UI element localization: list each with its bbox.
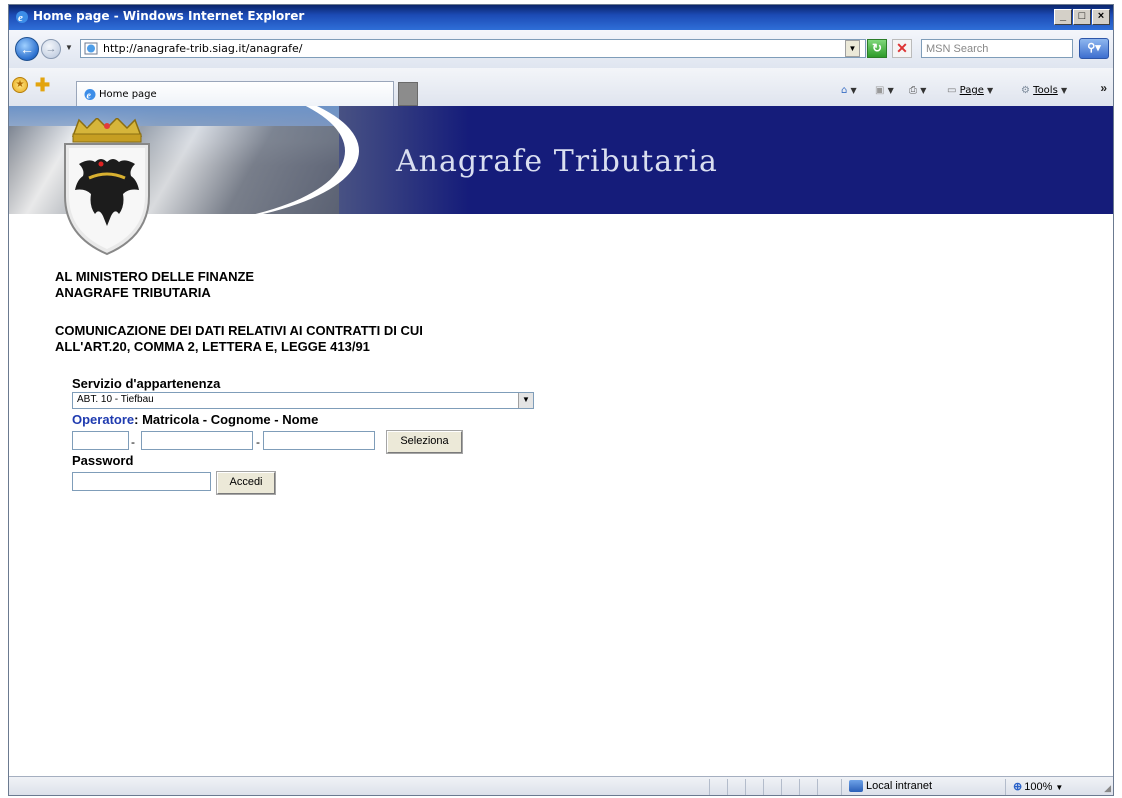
favorites-center-icon[interactable]: ★ bbox=[12, 77, 28, 93]
site-banner: Anagrafe Tributaria bbox=[9, 106, 1113, 226]
cognome-input[interactable] bbox=[141, 431, 253, 450]
operator-label-fields: : Matricola - Cognome - Nome bbox=[134, 412, 319, 427]
page-content: Anagrafe Tributaria AL MINISTERO DELLE F… bbox=[9, 106, 1113, 776]
title-bar[interactable]: e Home page - Windows Internet Explorer … bbox=[9, 5, 1113, 30]
coat-of-arms-logo bbox=[64, 118, 150, 256]
service-label: Servizio d'appartenenza bbox=[72, 376, 221, 391]
rss-icon: ▣ bbox=[875, 85, 885, 96]
svg-text:e: e bbox=[87, 91, 92, 102]
chevron-down-icon[interactable]: ▼ bbox=[518, 393, 533, 408]
separator-dash: - bbox=[131, 435, 135, 449]
chevron-more-icon[interactable]: » bbox=[1100, 81, 1107, 95]
print-button[interactable]: ⎙ ▼ bbox=[909, 85, 926, 96]
subject-text: COMUNICAZIONE DEI DATI RELATIVI AI CONTR… bbox=[55, 323, 423, 355]
stop-button[interactable]: ✕ bbox=[892, 39, 912, 58]
password-label: Password bbox=[72, 453, 134, 468]
service-select[interactable]: ABT. 10 - Tiefbau ▼ bbox=[72, 392, 534, 409]
browser-window: e Home page - Windows Internet Explorer … bbox=[8, 4, 1114, 796]
ie-logo-icon: e bbox=[16, 11, 28, 24]
zoom-level: 100% bbox=[1024, 781, 1053, 793]
subject-line-2: ALL'ART.20, COMMA 2, LETTERA E, LEGGE 41… bbox=[55, 339, 370, 354]
intranet-icon bbox=[849, 780, 863, 793]
printer-icon: ⎙ bbox=[909, 85, 917, 96]
banner-title: Anagrafe Tributaria bbox=[396, 144, 718, 179]
gear-icon: ⚙ bbox=[1021, 85, 1030, 96]
operator-label: Operatore: Matricola - Cognome - Nome bbox=[72, 412, 318, 427]
zoom-icon: ⊕ bbox=[1013, 781, 1023, 793]
address-field[interactable]: http://anagrafe-trib.siag.it/anagrafe/ bbox=[80, 39, 866, 58]
operator-label-accent: Operatore bbox=[72, 412, 135, 427]
tab-label: Home page bbox=[99, 89, 157, 100]
search-button[interactable]: ⚲▾ bbox=[1079, 38, 1109, 59]
address-toolbar: ← → ▼ http://anagrafe-trib.siag.it/anagr… bbox=[9, 30, 1113, 69]
history-dropdown-icon[interactable]: ▼ bbox=[65, 43, 73, 52]
window-title: Home page - Windows Internet Explorer bbox=[33, 9, 305, 23]
page-menu-icon: ▭ bbox=[947, 85, 957, 96]
service-selected-value: ABT. 10 - Tiefbau bbox=[77, 394, 154, 405]
back-button[interactable]: ← bbox=[15, 37, 39, 61]
minimize-button[interactable]: _ bbox=[1054, 9, 1072, 25]
page-menu-button[interactable]: ▭ Page ▼ bbox=[947, 85, 993, 96]
home-button[interactable]: ⌂ ▼ bbox=[841, 85, 857, 96]
page-menu-label: Page bbox=[959, 85, 984, 96]
tools-menu-label: Tools bbox=[1033, 85, 1058, 96]
separator-dash: - bbox=[256, 435, 260, 449]
select-operator-button[interactable]: Seleziona bbox=[386, 430, 463, 454]
page-icon bbox=[84, 42, 98, 55]
home-icon: ⌂ bbox=[841, 85, 848, 96]
nome-input[interactable] bbox=[263, 431, 375, 450]
add-favorite-icon[interactable]: ✚ bbox=[35, 76, 50, 94]
header-line-1: AL MINISTERO DELLE FINANZE bbox=[55, 269, 255, 284]
tab-bar: ★ ✚ e Home page ⌂ ▼ ▣ ▼ ⎙ ▼ ▭ Page ▼ ⚙ T… bbox=[9, 68, 1113, 107]
search-placeholder: MSN Search bbox=[926, 43, 989, 55]
status-bar: Local intranet ⊕ 100% ▼ ◢ bbox=[9, 776, 1113, 795]
header-line-2: ANAGRAFE TRIBUTARIA bbox=[55, 285, 211, 300]
password-field[interactable] bbox=[72, 472, 211, 491]
address-dropdown-button[interactable]: ▼ bbox=[845, 40, 860, 57]
search-icon: ⚲▾ bbox=[1087, 42, 1101, 54]
zone-label: Local intranet bbox=[866, 780, 933, 792]
tools-menu-button[interactable]: ⚙ Tools ▼ bbox=[1021, 85, 1067, 96]
url-text: http://anagrafe-trib.siag.it/anagrafe/ bbox=[103, 42, 303, 55]
search-input[interactable]: MSN Search bbox=[921, 39, 1073, 58]
page-icon: e bbox=[84, 89, 96, 102]
header-address: AL MINISTERO DELLE FINANZE ANAGRAFE TRIB… bbox=[55, 269, 254, 301]
close-button[interactable]: × bbox=[1092, 9, 1110, 25]
new-tab-button[interactable] bbox=[398, 82, 418, 106]
resize-grip-icon[interactable]: ◢ bbox=[1104, 783, 1111, 794]
tab-home-page[interactable]: e Home page bbox=[76, 81, 394, 107]
refresh-button[interactable]: ↻ bbox=[867, 39, 887, 58]
login-button[interactable]: Accedi bbox=[216, 471, 276, 495]
chevron-down-icon: ▼ bbox=[1055, 783, 1064, 792]
feeds-button[interactable]: ▣ ▼ bbox=[875, 85, 894, 96]
security-zone[interactable]: Local intranet bbox=[849, 780, 933, 793]
svg-text:e: e bbox=[18, 12, 23, 24]
matricola-input[interactable] bbox=[72, 431, 129, 450]
subject-line-1: COMUNICAZIONE DEI DATI RELATIVI AI CONTR… bbox=[55, 323, 423, 338]
maximize-button[interactable]: □ bbox=[1073, 9, 1091, 25]
zoom-control[interactable]: ⊕ 100% ▼ bbox=[1013, 780, 1063, 793]
forward-button[interactable]: → bbox=[41, 39, 61, 59]
